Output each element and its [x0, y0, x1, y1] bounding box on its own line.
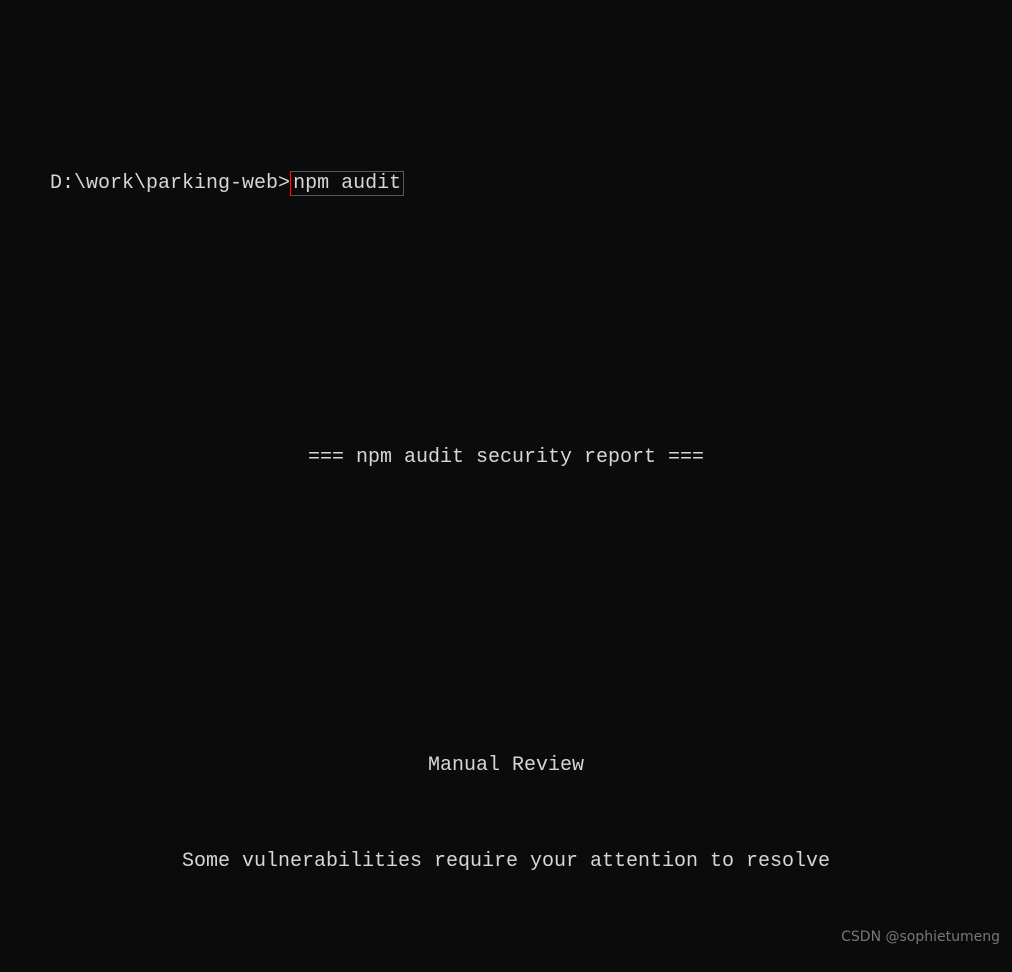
terminal-output: D:\work\parking-web>npm audit === npm au…: [0, 0, 1012, 972]
prompt-path: D:\work\parking-web>: [50, 172, 290, 195]
manual-review-heading: Manual Review: [2, 750, 1010, 782]
manual-review-line1: Some vulnerabilities require your attent…: [2, 846, 1010, 878]
prompt-line-1: D:\work\parking-web>npm audit: [2, 136, 1010, 232]
watermark: CSDN @sophietumeng: [841, 926, 1000, 948]
command-npm-audit: npm audit: [290, 171, 404, 196]
audit-report-header: === npm audit security report ===: [2, 442, 1010, 474]
